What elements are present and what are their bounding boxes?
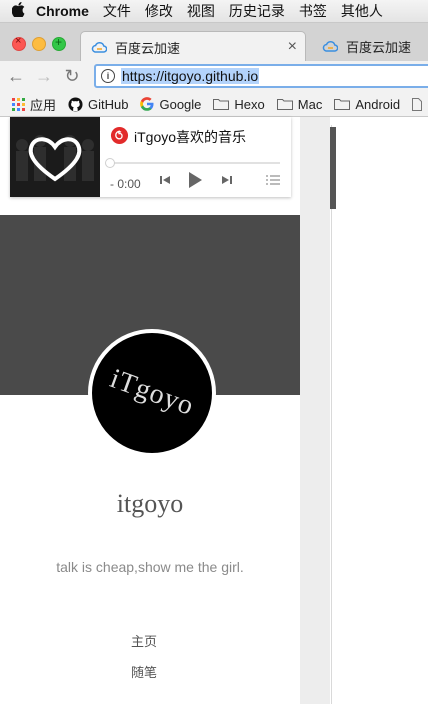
bookmark-label: Google xyxy=(159,96,202,112)
menu-people[interactable]: 其他人 xyxy=(341,1,383,21)
tab-inactive[interactable]: 百度云加速 xyxy=(312,31,428,61)
apps-grid-icon xyxy=(12,97,25,111)
info-icon[interactable]: i xyxy=(101,69,115,83)
reload-icon[interactable]: ↻ xyxy=(60,66,84,87)
nav-essays-link[interactable]: 随笔 xyxy=(0,662,288,681)
menu-view[interactable]: 视图 xyxy=(187,1,215,21)
menu-bookmarks[interactable]: 书签 xyxy=(299,1,327,21)
tab-title: 百度云加速 xyxy=(346,39,412,55)
album-cover-art xyxy=(10,117,100,197)
google-icon xyxy=(140,97,154,111)
netease-music-icon xyxy=(110,126,129,145)
song-title: iTgoyo喜欢的音乐 xyxy=(134,129,247,145)
menu-file[interactable]: 文件 xyxy=(103,1,131,21)
page-viewport: iTgoyo喜欢的音乐 - 0:00 iTgoyo itgoyo talk is… xyxy=(0,117,428,704)
previous-track-icon[interactable] xyxy=(158,173,172,187)
main-content-pane xyxy=(331,125,428,704)
bookmark-label: GitHub xyxy=(88,96,129,112)
avatar[interactable]: iTgoyo xyxy=(88,329,216,457)
bookmark-mac[interactable]: Mac xyxy=(276,96,323,112)
menu-history[interactable]: 历史记录 xyxy=(229,1,285,21)
address-bar[interactable]: i https://itgoyo.github.io xyxy=(94,64,428,88)
bookmark-android[interactable]: Android xyxy=(334,97,400,112)
site-title[interactable]: itgoyo xyxy=(0,489,300,519)
next-track-icon[interactable] xyxy=(220,173,234,187)
bookmark-github[interactable]: GitHub xyxy=(68,97,128,112)
bookmark-hexo[interactable]: Hexo xyxy=(213,96,265,112)
bookmark-label: Android xyxy=(355,96,401,112)
bookmark-label: 应用 xyxy=(30,97,57,113)
bookmark-label: Hexo xyxy=(234,96,265,112)
time-display: - 0:00 xyxy=(110,177,141,191)
right-accent-bar xyxy=(330,127,336,209)
folder-icon xyxy=(213,99,230,110)
blog-sidebar: iTgoyo喜欢的音乐 - 0:00 iTgoyo itgoyo talk is… xyxy=(0,117,300,704)
album-cover[interactable] xyxy=(10,117,100,197)
play-icon[interactable] xyxy=(186,171,204,189)
tab-title: 百度云加速 xyxy=(115,40,181,56)
tab-active[interactable]: 百度云加速 × xyxy=(80,31,306,61)
progress-track[interactable] xyxy=(110,162,280,164)
tab-close-icon[interactable]: × xyxy=(288,38,297,56)
browser-toolbar: ← → ↻ i https://itgoyo.github.io xyxy=(0,61,428,92)
music-player: iTgoyo喜欢的音乐 - 0:00 xyxy=(10,117,291,197)
site-motto: talk is cheap,show me the girl. xyxy=(56,559,244,575)
column-gutter xyxy=(300,117,330,704)
cloud-favicon-icon xyxy=(91,42,107,53)
apple-logo-icon[interactable] xyxy=(0,2,36,20)
page-icon xyxy=(412,97,423,111)
bookmark-apps[interactable]: 应用 xyxy=(12,95,56,114)
window-minimize-button[interactable] xyxy=(32,37,46,51)
bookmarks-bar: 应用 GitHub Google Hexo Mac Android xyxy=(0,92,428,117)
folder-icon xyxy=(276,99,293,110)
url-text[interactable]: https://itgoyo.github.io xyxy=(121,68,260,84)
bookmark-google[interactable]: Google xyxy=(140,97,201,112)
folder-icon xyxy=(334,99,351,110)
bookmark-label: Mac xyxy=(297,96,323,112)
window-close-button[interactable] xyxy=(12,35,26,51)
back-arrow-icon[interactable]: ← xyxy=(4,66,28,87)
forward-arrow-icon[interactable]: → xyxy=(32,66,56,87)
progress-knob[interactable] xyxy=(105,158,115,168)
menu-app-name[interactable]: Chrome xyxy=(36,3,89,19)
nav-home-link[interactable]: 主页 xyxy=(0,631,288,650)
menu-edit[interactable]: 修改 xyxy=(145,1,173,21)
playlist-icon[interactable] xyxy=(266,173,280,187)
mac-menu-bar: Chrome 文件 修改 视图 历史记录 书签 其他人 xyxy=(0,0,428,23)
window-maximize-button[interactable] xyxy=(52,35,66,51)
tab-strip: 百度云加速 × 百度云加速 xyxy=(0,23,428,61)
github-icon xyxy=(68,96,83,112)
cloud-favicon-icon xyxy=(322,41,338,52)
